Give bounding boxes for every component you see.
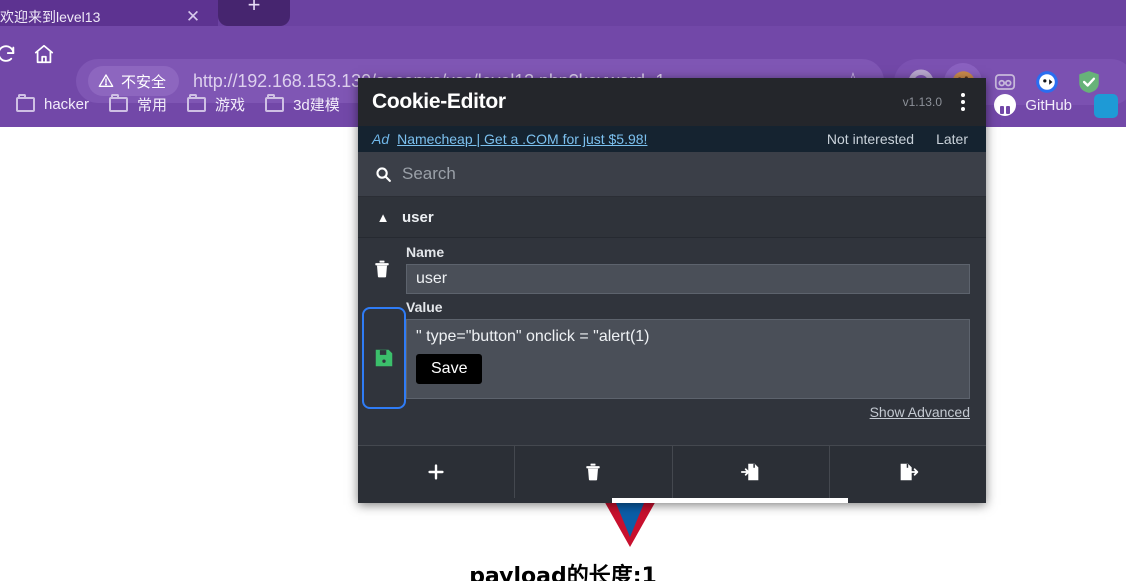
popup-header: Cookie-Editor v1.13.0 [358, 78, 986, 126]
bookmark-label: 常用 [137, 97, 168, 114]
search-icon [372, 166, 394, 183]
cookie-name-label: user [402, 208, 434, 226]
browser-window: 欢迎来到level13 ✕ + 不安全 hacker 常用 游戏 3d建模 Gi… [0, 0, 1126, 581]
folder-icon [16, 94, 35, 112]
cookie-editor-popup: Cookie-Editor v1.13.0 Ad Namecheap | Get… [358, 78, 986, 503]
tab-title: 欢迎来到level13 [0, 9, 101, 25]
chevron-up-icon[interactable]: ▲ [372, 210, 394, 225]
bookmark-label: hacker [44, 96, 90, 113]
ad-banner: Ad Namecheap | Get a .COM for just $5.98… [358, 126, 986, 152]
bookmark-folder-hacker[interactable]: hacker [6, 90, 99, 120]
folder-icon [109, 94, 129, 112]
value-text: " type="button" onclick = "alert(1) [416, 328, 650, 345]
popup-version: v1.13.0 [902, 95, 942, 109]
export-icon [900, 463, 919, 481]
cookie-side-actions [358, 244, 406, 445]
value-input[interactable]: " type="button" onclick = "alert(1) Save [406, 319, 970, 399]
bookmark-label: GitHub [1025, 96, 1072, 114]
cookie-detail-form: Name user Value " type="button" onclick … [358, 238, 986, 445]
bookmark-label: 游戏 [215, 97, 246, 114]
browser-tab[interactable]: 欢迎来到level13 ✕ [0, 0, 218, 26]
show-advanced-link[interactable]: Show Advanced [406, 404, 970, 420]
close-icon[interactable]: ✕ [184, 8, 202, 26]
delete-all-cookies-button[interactable] [515, 446, 673, 498]
injected-save-button[interactable]: Save [416, 354, 483, 384]
trash-icon [586, 463, 601, 481]
import-icon [740, 463, 758, 481]
folder-icon [187, 94, 207, 112]
ad-not-interested-button[interactable]: Not interested [827, 131, 914, 147]
search-input[interactable]: Search [402, 164, 456, 184]
import-cookies-button[interactable] [673, 446, 830, 498]
bookmark-folder-3d[interactable]: 3d建模 [255, 90, 350, 120]
browser-toolbar: 不安全 http://192.168.153.130/secenvs/xss/l… [0, 26, 1126, 105]
blue-app-icon[interactable] [1094, 94, 1118, 118]
ad-tag: Ad [372, 131, 390, 147]
popup-title: Cookie-Editor [372, 90, 506, 113]
folder-icon [265, 94, 285, 112]
kebab-menu-icon[interactable] [954, 91, 972, 113]
popup-toolbar [358, 445, 986, 498]
cookie-fields: Name user Value " type="button" onclick … [406, 244, 986, 445]
reload-icon[interactable] [0, 36, 24, 72]
add-cookie-button[interactable] [358, 446, 516, 498]
search-bar[interactable]: Search [358, 152, 986, 197]
bookmark-folder-changyong[interactable]: 常用 [99, 90, 177, 120]
home-icon[interactable] [26, 36, 62, 72]
github-icon [994, 94, 1017, 116]
popup-horizontal-scrollbar[interactable] [358, 498, 986, 503]
floppy-save-icon [375, 349, 393, 367]
plus-icon [428, 464, 444, 480]
page-title: payload的长度:1 [469, 564, 657, 581]
bookmark-github[interactable]: GitHub [984, 90, 1082, 120]
new-tab-button[interactable]: + [218, 0, 290, 26]
ad-later-button[interactable]: Later [936, 131, 968, 147]
tab-strip: 欢迎来到level13 ✕ + [0, 0, 1126, 26]
value-field-label: Value [406, 299, 443, 315]
bookmark-folder-youxi[interactable]: 游戏 [177, 90, 255, 120]
name-field-label: Name [406, 244, 445, 260]
ad-link[interactable]: Namecheap | Get a .COM for just $5.98! [397, 131, 647, 147]
save-cookie-button[interactable] [362, 307, 406, 409]
bookmark-label: 3d建模 [293, 97, 340, 114]
trash-icon[interactable] [368, 255, 396, 283]
cookie-list-item-header[interactable]: ▲ user [358, 197, 986, 238]
export-cookies-button[interactable] [830, 446, 986, 498]
name-input[interactable]: user [406, 264, 970, 294]
